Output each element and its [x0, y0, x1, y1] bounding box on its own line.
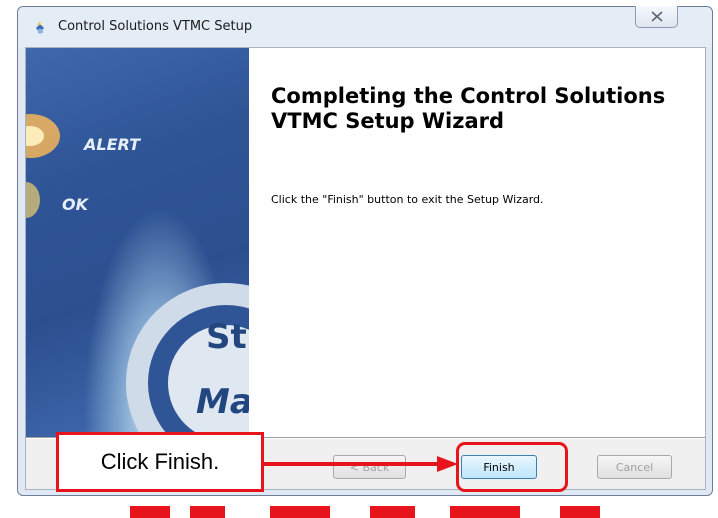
- instruction-callout: Click Finish.: [56, 432, 264, 492]
- wizard-banner-image: ALERT OK St Ma: [26, 48, 249, 437]
- wizard-message: Click the "Finish" button to exit the Se…: [271, 193, 544, 206]
- banner-label-st: St: [206, 317, 247, 357]
- banner-label-ma: Ma: [196, 382, 249, 422]
- banner-label-ok: OK: [62, 195, 90, 214]
- finish-highlight-box: [456, 442, 568, 492]
- wizard-client-area: ALERT OK St Ma Completing the Control So…: [25, 47, 706, 490]
- cancel-button[interactable]: Cancel: [597, 455, 672, 479]
- title-bar[interactable]: Control Solutions VTMC Setup: [18, 6, 712, 47]
- pointer-arrow-icon: [263, 456, 458, 472]
- banner-label-alert: ALERT: [82, 135, 141, 154]
- installer-icon: [32, 20, 48, 36]
- wizard-heading: Completing the Control Solutions VTMC Se…: [271, 84, 666, 133]
- setup-window: Control Solutions VTMC Setup ALERT OK St…: [17, 6, 713, 496]
- window-title: Control Solutions VTMC Setup: [58, 19, 253, 34]
- close-button[interactable]: [635, 6, 678, 28]
- wizard-content-panel: Completing the Control Solutions VTMC Se…: [249, 48, 705, 437]
- cropped-caption-text: [120, 498, 718, 518]
